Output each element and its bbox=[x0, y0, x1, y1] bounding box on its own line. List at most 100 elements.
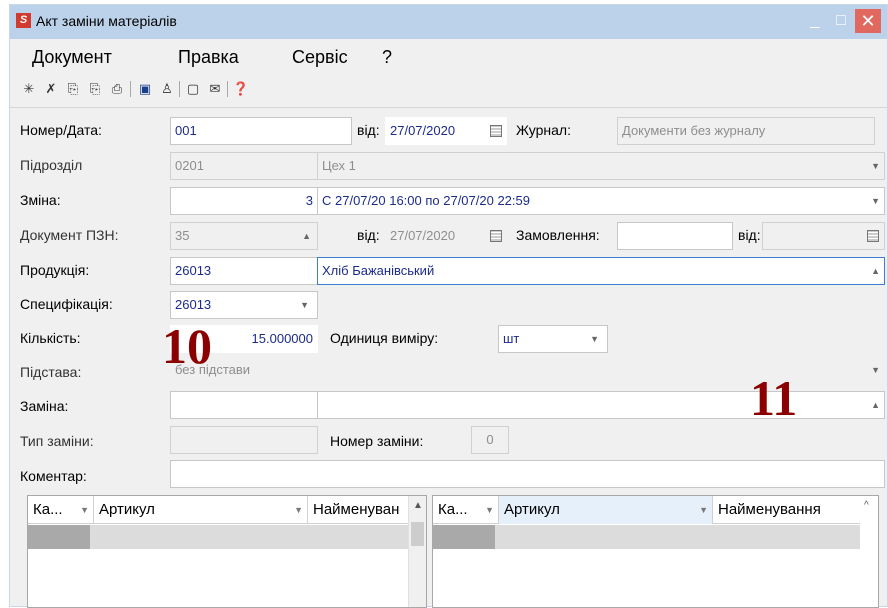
pzn-label: Документ ПЗН: bbox=[20, 227, 119, 243]
department-label: Підрозділ bbox=[20, 157, 83, 173]
table-row[interactable] bbox=[28, 525, 408, 549]
col-article[interactable]: Артикул ▼ bbox=[94, 496, 308, 524]
shift-period-select[interactable]: С 27/07/20 16:00 по 27/07/20 22:59 ▼ bbox=[317, 187, 885, 215]
table-cell[interactable] bbox=[28, 525, 90, 549]
table-cell[interactable] bbox=[433, 525, 495, 549]
department-code-field: 0201 bbox=[170, 152, 318, 180]
pzn-number-field: 35 ▲ bbox=[170, 222, 318, 250]
copy-doc-icon[interactable]: ⎘ bbox=[64, 79, 82, 99]
col-category[interactable]: Ка... ▼ bbox=[28, 496, 94, 524]
repl-number-field: 0 bbox=[471, 426, 509, 454]
right-materials-grid[interactable]: Ка... ▼ Артикул ▼ Найменування ^ bbox=[432, 495, 879, 608]
pzn-number-value: 35 bbox=[175, 228, 190, 243]
menu-edit[interactable]: Правка bbox=[178, 47, 239, 68]
calendar-icon bbox=[867, 230, 879, 242]
repl-number-label: Номер заміни: bbox=[330, 433, 424, 449]
mail-icon[interactable]: ✉ bbox=[206, 79, 224, 99]
comment-input[interactable] bbox=[170, 460, 885, 488]
col-category-label: Ка... bbox=[33, 501, 63, 518]
product-label: Продукція: bbox=[20, 262, 90, 278]
sort-arrow-icon[interactable]: ▼ bbox=[485, 496, 494, 524]
shift-number-input[interactable]: 3 bbox=[170, 187, 318, 215]
col-article[interactable]: Артикул ▼ bbox=[499, 496, 713, 524]
col-name[interactable]: Найменування bbox=[713, 496, 861, 524]
chevron-down-icon: ▼ bbox=[871, 365, 880, 375]
pzn-date-field: 27/07/2020 bbox=[385, 222, 507, 250]
basis-label: Підстава: bbox=[20, 364, 82, 380]
doc-date-value: 27/07/2020 bbox=[390, 123, 456, 138]
menu-bar: Документ Правка Сервіс ? bbox=[10, 43, 887, 69]
chevron-down-icon[interactable]: ▼ bbox=[590, 326, 599, 352]
toolbar-separator bbox=[130, 81, 131, 97]
product-code-input[interactable]: 26013 bbox=[170, 257, 318, 285]
unit-value: шт bbox=[503, 331, 520, 346]
copy-doc2-icon[interactable]: ⎘ bbox=[86, 79, 104, 99]
table-row[interactable] bbox=[433, 525, 860, 549]
product-name-value: Хліб Бажанівський bbox=[322, 263, 435, 278]
scroll-up-icon[interactable]: ▲ bbox=[413, 500, 423, 511]
grid-header: Ка... ▼ Артикул ▼ Найменуван bbox=[28, 496, 426, 524]
menu-document[interactable]: Документ bbox=[32, 47, 112, 68]
annotation-number-10: 10 bbox=[162, 318, 212, 374]
left-materials-grid[interactable]: Ка... ▼ Артикул ▼ Найменуван ▲ bbox=[27, 495, 427, 608]
chevron-up-icon[interactable]: ▲ bbox=[871, 392, 880, 418]
pzn-vid-label: від: bbox=[357, 227, 380, 243]
order-label: Замовлення: bbox=[516, 227, 600, 243]
tree-icon[interactable]: ♙ bbox=[158, 79, 176, 99]
new-doc-icon[interactable]: ✳ bbox=[20, 79, 38, 99]
comment-label: Коментар: bbox=[20, 468, 87, 484]
chevron-up-icon: ▲ bbox=[302, 231, 311, 241]
col-name[interactable]: Найменуван bbox=[308, 496, 410, 524]
department-name-field: Цех 1 ▼ bbox=[317, 152, 885, 180]
col-name-label: Найменуван bbox=[313, 501, 400, 518]
print-icon[interactable]: ⎙ bbox=[108, 79, 126, 99]
maximize-button[interactable]: □ bbox=[828, 9, 854, 33]
sort-arrow-icon[interactable]: ▼ bbox=[294, 496, 303, 524]
help-icon[interactable]: ❓ bbox=[232, 79, 250, 99]
unit-select[interactable]: шт ▼ bbox=[498, 325, 608, 353]
close-button[interactable]: ✕ bbox=[855, 9, 881, 33]
menu-help[interactable]: ? bbox=[382, 47, 392, 68]
replacement-name-select[interactable]: ▲ bbox=[317, 391, 885, 419]
replacement-label: Заміна: bbox=[20, 398, 69, 414]
col-category[interactable]: Ка... ▼ bbox=[433, 496, 499, 524]
sort-arrow-icon[interactable]: ▼ bbox=[80, 496, 89, 524]
menu-service[interactable]: Сервіс bbox=[292, 47, 348, 68]
left-grid-scrollbar[interactable]: ▲ bbox=[408, 496, 426, 607]
calendar-icon[interactable] bbox=[490, 125, 502, 137]
form-icon[interactable]: ▢ bbox=[184, 79, 202, 99]
scroll-thumb[interactable] bbox=[411, 522, 424, 546]
col-category-label: Ка... bbox=[438, 501, 468, 518]
replacement-code-input[interactable] bbox=[170, 391, 318, 419]
doc-date-input[interactable]: 27/07/2020 bbox=[385, 117, 507, 145]
journal-field: Документи без журналу bbox=[617, 117, 875, 145]
save-icon[interactable]: ▣ bbox=[136, 79, 154, 99]
title-bar[interactable]: S Акт заміни матеріалів _ □ ✕ bbox=[10, 5, 887, 39]
calendar-icon bbox=[490, 230, 502, 242]
toolbar: ✳ ✗ ⎘ ⎘ ⎙ ▣ ♙ ▢ ✉ ❓ bbox=[20, 79, 320, 101]
right-grid-scrollbar[interactable]: ^ bbox=[860, 496, 878, 607]
order-input[interactable] bbox=[617, 222, 733, 250]
chevron-down-icon[interactable]: ▼ bbox=[871, 188, 880, 214]
toolbar-divider bbox=[10, 107, 887, 108]
col-name-label: Найменування bbox=[718, 501, 821, 518]
chevron-down-icon: ▼ bbox=[871, 161, 880, 171]
annotation-number-11: 11 bbox=[750, 370, 798, 426]
order-vid-label: від: bbox=[738, 227, 761, 243]
col-article-label: Артикул bbox=[504, 501, 560, 518]
repl-type-field bbox=[170, 426, 318, 454]
spec-select[interactable]: 26013 ▼ bbox=[170, 291, 318, 319]
date-vid-label: від: bbox=[357, 122, 380, 138]
product-name-select[interactable]: Хліб Бажанівський ▲ bbox=[317, 257, 885, 285]
pzn-date-value: 27/07/2020 bbox=[390, 228, 456, 243]
chevron-up-icon[interactable]: ▲ bbox=[871, 258, 880, 284]
main-window: S Акт заміни матеріалів _ □ ✕ Документ П… bbox=[9, 4, 888, 608]
chevron-down-icon[interactable]: ▼ bbox=[300, 292, 309, 318]
sort-arrow-icon[interactable]: ▼ bbox=[699, 496, 708, 524]
unit-label: Одиниця виміру: bbox=[330, 330, 439, 346]
scroll-up-icon[interactable]: ^ bbox=[864, 500, 869, 511]
doc-number-input[interactable]: 001 bbox=[170, 117, 352, 145]
minimize-button[interactable]: _ bbox=[802, 9, 828, 33]
delete-doc-icon[interactable]: ✗ bbox=[42, 79, 60, 99]
col-article-label: Артикул bbox=[99, 501, 155, 518]
